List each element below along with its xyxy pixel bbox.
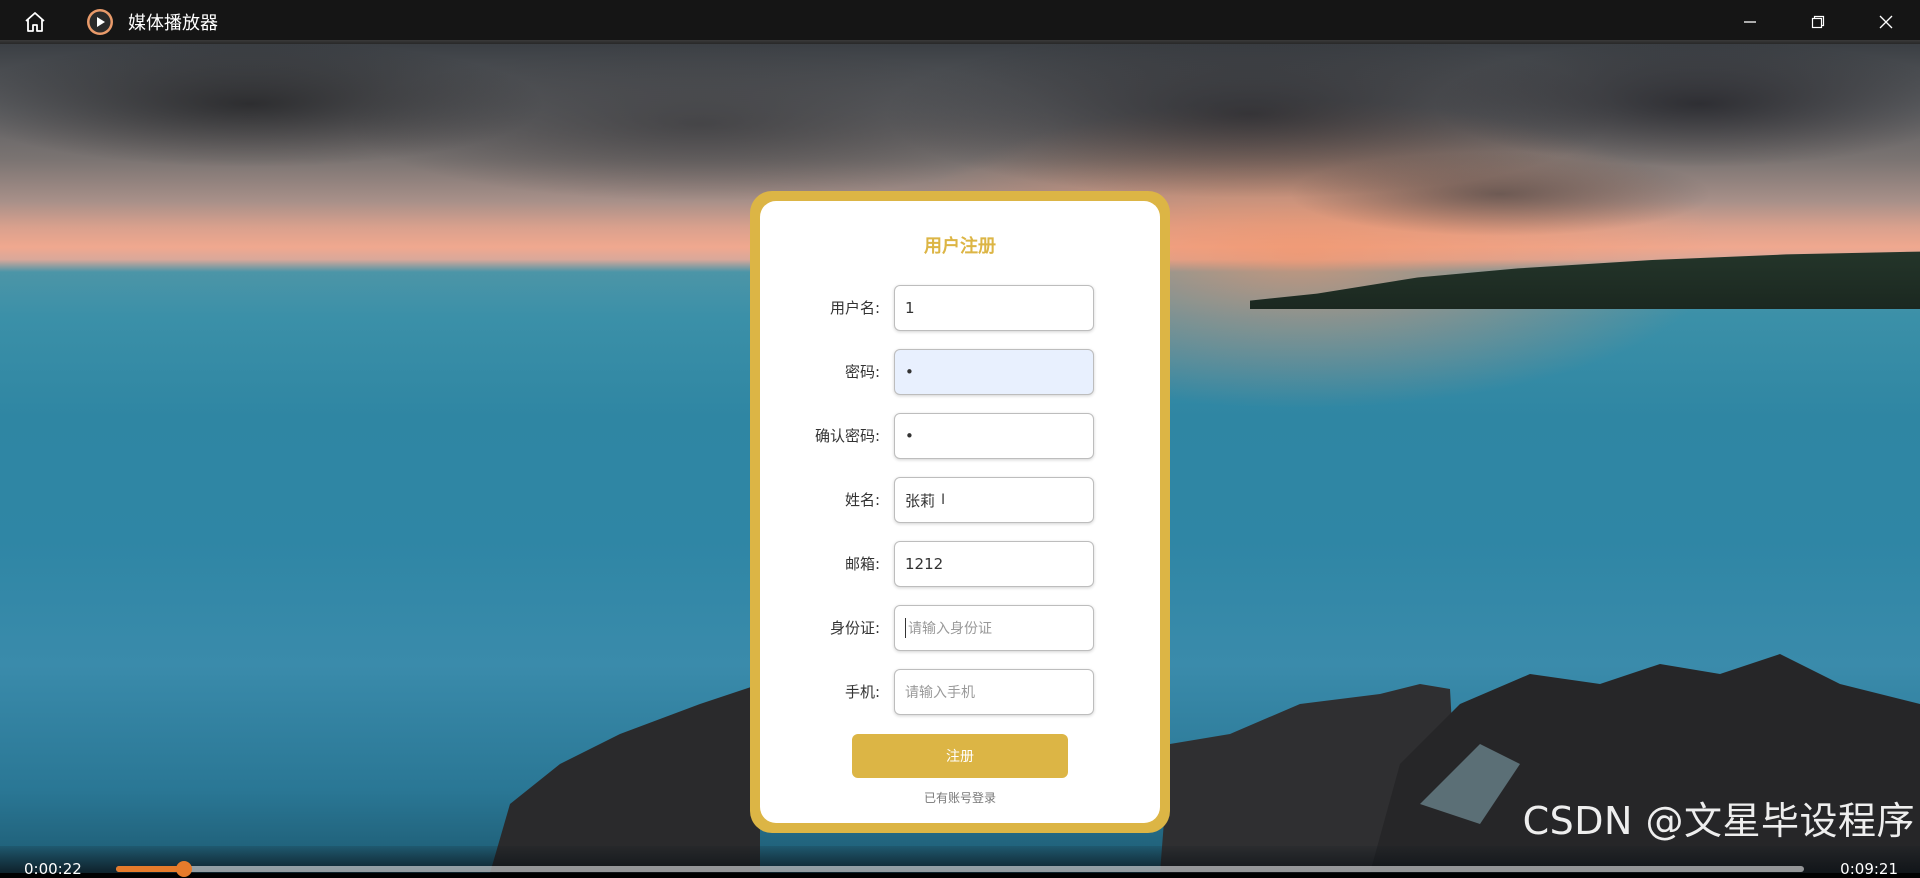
seek-handle[interactable] [175,861,192,877]
seek-bar[interactable] [116,861,1804,877]
field-row-name: 姓名: 张莉 I [760,477,1160,523]
id-card-label: 身份证: [829,619,880,637]
home-button[interactable] [0,0,70,44]
playback-bar: 0:00:22 0:09:21 [0,846,1920,878]
register-card: 用户注册 用户名: 1 密码: • 确认密码: • 姓名: 张莉 I 邮箱: 1… [760,201,1160,823]
seek-progress [116,866,184,872]
phone-input[interactable]: 请输入手机 [894,669,1094,715]
name-label: 姓名: [844,491,880,509]
field-row-password: 密码: • [760,349,1160,395]
password-label: 密码: [844,363,880,381]
field-row-username: 用户名: 1 [760,285,1160,331]
form-title: 用户注册 [924,236,996,257]
close-button[interactable] [1852,0,1920,44]
register-button[interactable]: 注册 [852,734,1068,778]
username-label: 用户名: [829,299,880,317]
confirm-password-label: 确认密码: [814,427,880,445]
field-row-phone: 手机: 请输入手机 [760,669,1160,715]
play-logo-icon [87,9,113,35]
name-input[interactable]: 张莉 I [894,477,1094,523]
confirm-password-input[interactable]: • [894,413,1094,459]
phone-label: 手机: [844,683,880,701]
watermark: CSDN @文星毕设程序 [1522,799,1915,843]
id-card-placeholder: 请输入身份证 [908,621,992,637]
home-icon [25,12,45,32]
field-row-email: 邮箱: 1212 [760,541,1160,587]
window-controls [1716,0,1920,44]
current-time: 0:00:22 [24,860,82,878]
input-caret [905,618,906,638]
field-row-confirm-password: 确认密码: • [760,413,1160,459]
username-input[interactable]: 1 [894,285,1094,331]
field-row-id-card: 身份证: 请输入身份证 [760,605,1160,651]
minimize-icon [1744,21,1756,23]
total-time: 0:09:21 [1840,860,1898,878]
restore-button[interactable] [1784,0,1852,44]
minimize-button[interactable] [1716,0,1784,44]
restore-icon [1811,15,1825,29]
email-label: 邮箱: [844,555,880,573]
login-link[interactable]: 已有账号登录 [760,789,1160,806]
name-value: 张莉 [905,491,936,510]
close-icon [1879,15,1893,29]
text-cursor-icon: I [941,492,946,508]
id-card-input[interactable]: 请输入身份证 [894,605,1094,651]
title-bar: 媒体播放器 [0,0,1920,44]
app-title: 媒体播放器 [128,13,218,34]
email-input[interactable]: 1212 [894,541,1094,587]
password-input[interactable]: • [894,349,1094,395]
